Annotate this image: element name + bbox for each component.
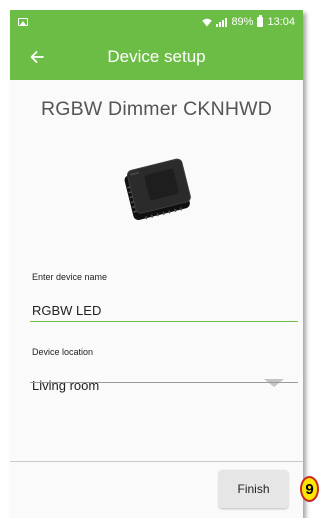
device-name-underline: [30, 321, 298, 322]
back-arrow-icon: [30, 51, 44, 63]
device-location-label: Device location: [32, 347, 94, 357]
status-bar: 89% 13:04: [10, 10, 303, 34]
device-location-value: Living room: [32, 378, 100, 393]
chevron-down-icon[interactable]: [264, 379, 284, 387]
image-notification-icon: [18, 18, 28, 26]
status-bar-left: [18, 18, 28, 26]
device-location-select[interactable]: Living room: [30, 374, 298, 396]
wifi-icon: [202, 18, 213, 26]
back-button[interactable]: [24, 44, 50, 70]
finish-button[interactable]: Finish: [219, 470, 288, 508]
signal-icon: [216, 17, 228, 27]
clock: 13:04: [267, 16, 295, 28]
callout-badge: 9: [300, 476, 319, 502]
device-location-underline: [30, 382, 298, 383]
device-model-name: RGBW Dimmer CKNHWD: [40, 98, 273, 120]
device-name-input[interactable]: [30, 299, 296, 321]
phone-screen: 89% 13:04 Device setup RGBW Dimmer CKNHW…: [10, 10, 303, 518]
device-name-label: Enter device name: [32, 272, 108, 282]
dimmer-device-image: [124, 158, 191, 220]
page-title: Device setup: [107, 47, 206, 66]
status-bar-right: 89% 13:04: [202, 15, 295, 28]
footer-divider: [10, 461, 303, 462]
app-bar: Device setup: [10, 34, 303, 80]
battery-percent: 89%: [231, 16, 254, 28]
battery-icon: [257, 15, 264, 27]
